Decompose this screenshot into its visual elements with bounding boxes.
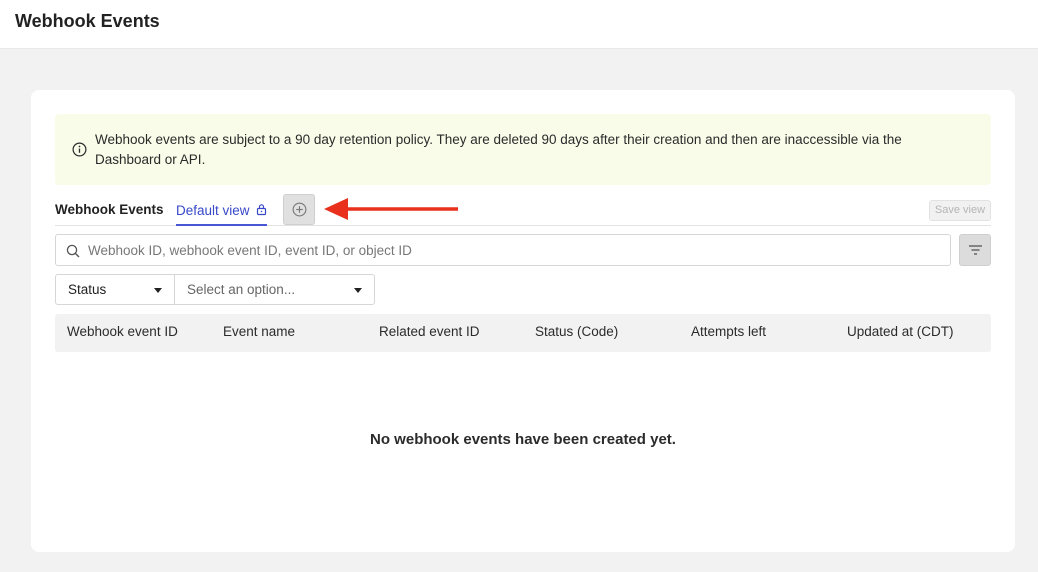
status-filter-label: Status: [68, 282, 107, 297]
view-tabs: Webhook Events Default view Save view: [55, 194, 991, 226]
notice-text: Webhook events are subject to a 90 day r…: [95, 132, 902, 167]
column-header-event-name[interactable]: Event name: [223, 324, 295, 339]
table-header: Webhook event ID Event name Related even…: [55, 314, 991, 352]
page-title: Webhook Events: [15, 11, 160, 31]
red-arrow-annotation: [324, 198, 458, 220]
status-filter-select[interactable]: Status: [55, 274, 175, 305]
column-header-updated-at[interactable]: Updated at (CDT): [847, 324, 954, 339]
filter-icon: [969, 245, 982, 255]
lock-icon: [256, 204, 267, 216]
tabs-title: Webhook Events: [55, 202, 164, 217]
save-view-button[interactable]: Save view: [929, 200, 991, 221]
empty-state-message: No webhook events have been created yet.: [370, 431, 676, 448]
filter-button[interactable]: [959, 234, 991, 266]
status-option-placeholder: Select an option...: [187, 282, 296, 297]
add-view-button[interactable]: [283, 194, 315, 225]
tab-default-view-label: Default view: [176, 203, 250, 218]
caret-down-icon: [354, 288, 362, 293]
retention-notice: Webhook events are subject to a 90 day r…: [55, 114, 991, 185]
main-card: Webhook events are subject to a 90 day r…: [31, 90, 1015, 552]
column-header-related-event-id[interactable]: Related event ID: [379, 324, 480, 339]
caret-down-icon: [154, 288, 162, 293]
search-box[interactable]: [55, 234, 951, 266]
plus-circle-icon: [292, 202, 307, 217]
search-icon: [66, 244, 80, 258]
info-icon: [72, 142, 87, 157]
column-header-webhook-event-id[interactable]: Webhook event ID: [67, 324, 178, 339]
column-header-status-code[interactable]: Status (Code): [535, 324, 618, 339]
tab-default-view[interactable]: Default view: [176, 194, 267, 226]
search-input[interactable]: [88, 236, 938, 264]
top-bar: Webhook Events: [0, 0, 1038, 49]
column-header-attempts-left[interactable]: Attempts left: [691, 324, 766, 339]
status-option-select[interactable]: Select an option...: [174, 274, 375, 305]
